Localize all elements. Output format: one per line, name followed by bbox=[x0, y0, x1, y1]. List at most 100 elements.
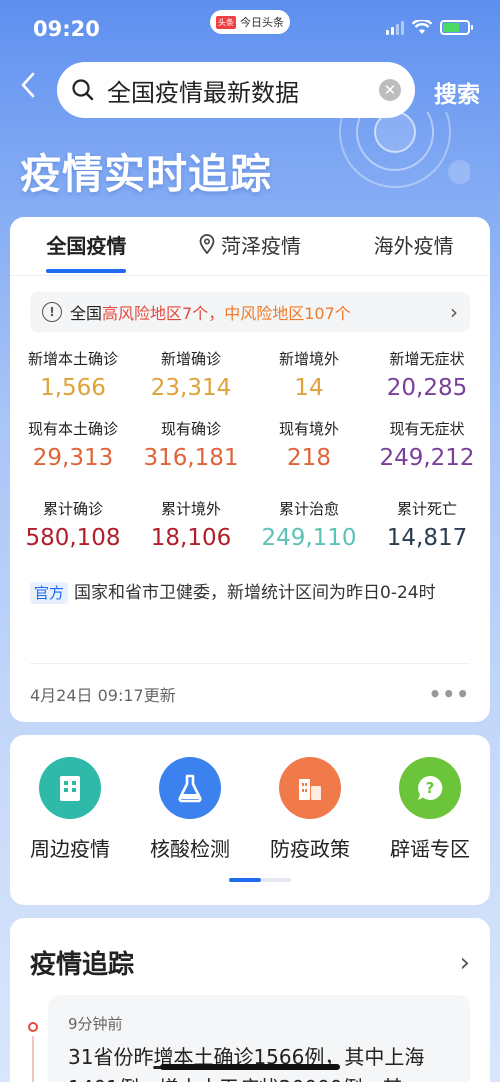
stat-item: 累计治愈 249,110 bbox=[250, 496, 368, 566]
stat-label: 新增本土确诊 bbox=[27, 350, 118, 368]
location-pin-icon bbox=[199, 234, 215, 254]
stat-value: 18,106 bbox=[150, 525, 232, 551]
carousel-pager bbox=[229, 878, 291, 882]
clear-search-button[interactable]: ✕ bbox=[379, 79, 401, 101]
search-input[interactable] bbox=[107, 76, 367, 104]
stat-item: 现有境外 218 bbox=[250, 416, 368, 486]
data-source-note: 官方 国家和省市卫健委，新增统计区间为昨日0-24时 bbox=[30, 578, 470, 609]
search-submit-button[interactable]: 搜索 bbox=[434, 75, 480, 109]
tool-icon-circle bbox=[279, 757, 341, 819]
stat-item: 新增本土确诊 1,566 bbox=[14, 346, 132, 416]
stat-value: 218 bbox=[287, 445, 331, 471]
mid-risk-label: 中风险地区 bbox=[224, 304, 305, 323]
app-indicator-pill[interactable]: 头条 今日头条 bbox=[210, 10, 290, 34]
stat-value: 1,566 bbox=[40, 375, 106, 401]
tool-nearby-epidemic[interactable]: 周边疫情 bbox=[15, 757, 125, 862]
stat-label: 累计死亡 bbox=[396, 500, 457, 518]
epidemic-tracking-card: 疫情追踪 › 9分钟前 31省份昨增本土确诊1566例，其中上海1401例，增本… bbox=[10, 918, 490, 1082]
stat-value: 14,817 bbox=[386, 525, 468, 551]
risk-area-banner[interactable]: ! 全国 高风险地区 7个， 中风险地区 107个 › bbox=[30, 292, 470, 332]
wifi-icon bbox=[412, 20, 432, 34]
search-row: ✕ 搜索 bbox=[0, 62, 500, 118]
tool-label: 防疫政策 bbox=[270, 837, 350, 861]
stat-value: 580,108 bbox=[25, 525, 121, 551]
tracking-title: 疫情追踪 bbox=[30, 950, 135, 980]
stat-item: 累计境外 18,106 bbox=[132, 496, 250, 566]
tool-nucleic-test[interactable]: 核酸检测 bbox=[135, 757, 245, 862]
stat-label: 现有境外 bbox=[278, 420, 339, 438]
stat-item: 新增确诊 23,314 bbox=[132, 346, 250, 416]
tool-rumor-debunk[interactable]: ? 辟谣专区 bbox=[375, 757, 485, 862]
total-cases-stats: 累计确诊 580,108 累计境外 18,106 累计治愈 249,110 累计死亡 1… bbox=[10, 496, 490, 566]
chevron-left-icon bbox=[21, 72, 35, 98]
battery-icon bbox=[440, 20, 473, 35]
timeline-dot bbox=[28, 1022, 38, 1032]
home-indicator bbox=[160, 1064, 340, 1070]
chevron-right-icon: › bbox=[459, 947, 470, 978]
stat-label: 新增无症状 bbox=[389, 350, 465, 368]
tool-prevention-policy[interactable]: 防疫政策 bbox=[255, 757, 365, 862]
stat-item: 累计死亡 14,817 bbox=[368, 496, 486, 566]
high-risk-label: 高风险地区 bbox=[102, 304, 183, 323]
card-footer: 4月24日 09:17更新 ••• bbox=[30, 663, 470, 706]
stat-label: 累计境外 bbox=[160, 500, 221, 518]
pager-dot bbox=[261, 878, 291, 882]
question-bubble-icon: ? bbox=[418, 775, 443, 800]
stat-value: 249,110 bbox=[261, 525, 357, 551]
system-icons bbox=[386, 20, 473, 35]
radar-decoration bbox=[339, 112, 470, 188]
stat-value: 29,313 bbox=[32, 445, 114, 471]
stat-value: 249,212 bbox=[379, 445, 475, 471]
tab-label: 全国疫情 bbox=[46, 233, 127, 258]
stat-label: 累计治愈 bbox=[278, 500, 339, 518]
new-cases-stats: 新增本土确诊 1,566 新增确诊 23,314 新增境外 14 新增无症状 20,28… bbox=[10, 346, 490, 486]
stat-item: 现有确诊 316,181 bbox=[132, 416, 250, 486]
stat-value: 14 bbox=[294, 375, 324, 401]
stat-item: 现有无症状 249,212 bbox=[368, 416, 486, 486]
stat-label: 现有本土确诊 bbox=[27, 420, 118, 438]
cellular-signal-icon bbox=[386, 20, 404, 35]
tab-overseas[interactable]: 海外疫情 bbox=[374, 230, 454, 263]
back-button[interactable] bbox=[20, 72, 36, 104]
tool-icon-circle bbox=[159, 757, 221, 819]
tracking-header[interactable]: 疫情追踪 › bbox=[10, 918, 490, 981]
news-text: 31省份昨增本土确诊1566例，其中上海1401例，增本土无症状20000例，其 bbox=[68, 1042, 450, 1082]
search-icon bbox=[72, 79, 94, 101]
stat-label: 累计确诊 bbox=[42, 500, 103, 518]
more-options-icon[interactable]: ••• bbox=[429, 682, 470, 706]
stat-item: 累计确诊 580,108 bbox=[14, 496, 132, 566]
app-logo: 头条 bbox=[216, 15, 236, 29]
stat-item: 新增境外 14 bbox=[250, 346, 368, 416]
tool-label: 辟谣专区 bbox=[390, 837, 470, 861]
pager-dot-active bbox=[229, 878, 261, 882]
stat-label: 新增境外 bbox=[278, 350, 339, 368]
tab-divider bbox=[10, 275, 490, 276]
risk-prefix: 全国 bbox=[70, 304, 103, 323]
tab-label: 菏泽疫情 bbox=[220, 233, 301, 258]
timeline-line bbox=[32, 1036, 34, 1082]
status-time: 09:20 bbox=[33, 17, 100, 41]
quick-tools-card: 周边疫情 核酸检测 防疫政策 ? 辟谣专区 bbox=[10, 735, 490, 905]
high-risk-count: 7个， bbox=[182, 304, 225, 323]
tab-label: 海外疫情 bbox=[373, 233, 454, 258]
region-tabs: 全国疫情 菏泽疫情 海外疫情 bbox=[10, 217, 490, 275]
tab-national[interactable]: 全国疫情 bbox=[46, 230, 127, 273]
chevron-right-icon: › bbox=[450, 300, 458, 324]
official-badge: 官方 bbox=[30, 582, 69, 604]
mid-risk-count: 107个 bbox=[304, 304, 351, 323]
stat-value: 316,181 bbox=[143, 445, 239, 471]
svg-text:?: ? bbox=[426, 779, 435, 797]
city-icon bbox=[299, 779, 321, 800]
stat-label: 现有无症状 bbox=[389, 420, 465, 438]
search-box[interactable]: ✕ bbox=[57, 62, 415, 118]
tool-label: 核酸检测 bbox=[150, 837, 230, 861]
news-time: 9分钟前 bbox=[68, 1015, 123, 1033]
tab-local[interactable]: 菏泽疫情 bbox=[199, 230, 301, 263]
stat-value: 23,314 bbox=[150, 375, 232, 401]
status-bar: 09:20 头条 今日头条 bbox=[0, 0, 500, 58]
tools-row: 周边疫情 核酸检测 防疫政策 ? 辟谣专区 bbox=[10, 735, 490, 862]
stat-label: 现有确诊 bbox=[160, 420, 221, 438]
close-icon: ✕ bbox=[383, 81, 397, 99]
update-timestamp: 4月24日 09:17更新 bbox=[30, 686, 176, 705]
app-indicator-label: 今日头条 bbox=[240, 16, 284, 29]
